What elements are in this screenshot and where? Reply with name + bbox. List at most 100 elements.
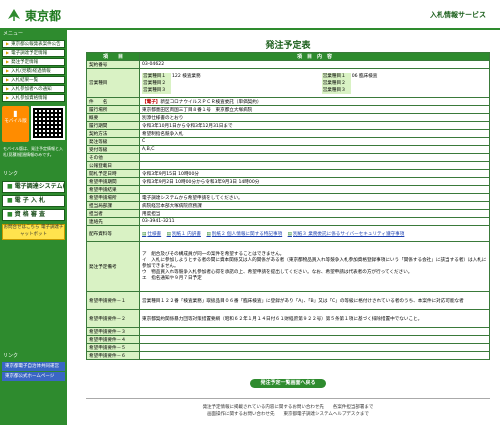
- conditions-value: ア 組合及びその構成員が同一の案件を希望することはできません。 イ 入札に参加し…: [139, 241, 490, 292]
- qr-code-icon: [31, 106, 65, 140]
- requirement6-value: [139, 351, 490, 360]
- footer-line-helpdesk: 画面操作に関するお問い合わせ先 東京都電子調達システムヘルプデスクまで: [207, 412, 369, 417]
- doc-link-breakdown[interactable]: 別紙１ 内訳書: [167, 232, 201, 237]
- mobile-note: モバイル版は、発注予定情報と入札(見積)経過情報のみです。: [3, 146, 63, 157]
- open-date-value: 令和3年9月15日 10時00分: [139, 169, 490, 178]
- service-title: 入札情報サービス: [430, 11, 486, 19]
- category-cell: 営業種目１ 122 検査業務 営業種目１ 06 臨床検査 営業種目２ 営業種目２: [139, 68, 490, 98]
- phone-icon: ▮: [13, 109, 18, 118]
- link-e-government[interactable]: 東京都電子自治体共同運営: [2, 362, 65, 371]
- electronic-tag: 【電子】: [142, 99, 161, 105]
- requirement1-value: 営業種目１２２番「検査業務」取扱品目０６番「臨床検査」に登録があり「A」、「B」…: [139, 291, 490, 310]
- row-label: 発注予定備考: [86, 241, 140, 292]
- subject-value: 新型コロナウイルスＰＣＲ検査委託（単価契約）: [160, 99, 262, 105]
- category-label: 営業種目２: [142, 79, 171, 87]
- category-value: [171, 80, 322, 87]
- row-label: 契約方法: [86, 129, 140, 138]
- main-content: 発注予定表 項 目 項 目 内 容 契約番号 03-04622 営業種目 営業種目…: [86, 30, 490, 388]
- chatbot-banner[interactable]: お問合せはこちら 電子調達チャットボット: [2, 224, 65, 240]
- category-value: [351, 80, 487, 87]
- category-label: 営業種目２: [321, 79, 351, 87]
- tokyo-ginkgo-icon: [8, 9, 20, 21]
- department-value: 病院経営本部大塚病院庶務課: [139, 201, 490, 210]
- sidebar-item-order-plan[interactable]: 発注予定情報: [2, 58, 65, 66]
- row-label: 発注等級: [86, 137, 140, 146]
- row-label: 希望申請結果: [86, 185, 140, 194]
- mobile-badge-label: モバイル版: [4, 119, 27, 124]
- requirement4-value: [139, 335, 490, 344]
- requirement3-value: [139, 327, 490, 336]
- sidebar-item-participant-notice[interactable]: 入札参加者への通知: [2, 85, 65, 93]
- order-detail-table: 項 目 項 目 内 容 契約番号 03-04622 営業種目 営業種目１ 122 …: [86, 52, 490, 360]
- doc-link-spec[interactable]: 仕様書: [142, 232, 161, 237]
- sidebar-item-bid-progress[interactable]: 入札(見積)経過情報: [2, 67, 65, 75]
- category-label: 営業種目３: [321, 86, 351, 94]
- location-value: 東京都墨田区両国三丁目８番１号 東京都立大塚病院: [139, 105, 490, 114]
- sidebar: メニュー 東京都公報発表案件公告 電子調達予定情報 発注予定情報 入札(見積)経…: [0, 30, 67, 425]
- period-value: 令和3年10月1日から令和3年12月31日まで: [139, 121, 490, 130]
- contract-no-value: 03-04622: [139, 60, 490, 69]
- category-value: 06 臨床検査: [351, 74, 378, 79]
- logo-text: 東京都: [25, 8, 62, 23]
- row-label: 件 名: [86, 97, 140, 106]
- row-label: 希望申請期間: [86, 177, 140, 186]
- doc-link-privacy[interactable]: 別紙２ 個人情報に関する特記事項: [206, 232, 282, 237]
- category-label: 営業種目１: [142, 72, 171, 80]
- subject-cell: 【電子】新型コロナウイルスＰＣＲ検査委託（単価契約）: [139, 97, 490, 106]
- row-label: 担当者: [86, 209, 140, 218]
- col-header-item: 項 目: [86, 52, 140, 61]
- apply-deadline-value: 令和3年9月2日 10時00分から令和3年9月3日 14時00分: [139, 177, 490, 186]
- category-label: 営業種目１: [321, 72, 351, 80]
- sidebar-bottom-label: リンク: [3, 353, 19, 359]
- method-value: 希望制指名競争入札: [139, 129, 490, 138]
- link-tokyo-official[interactable]: 東京都公式ホームページ: [2, 372, 65, 381]
- sidebar-link-e-bidding[interactable]: 電 子 入 札: [2, 195, 65, 207]
- sidebar-link-e-procurement[interactable]: 電子調達システム(TOP): [2, 181, 65, 193]
- col-header-content: 項 目 内 容: [139, 52, 490, 61]
- documents-cell: 仕様書 別紙１ 内訳書 別紙２ 個人情報に関する特記事項 別紙３ 業務委託に係る…: [139, 225, 490, 242]
- category-label: 営業種目３: [142, 86, 171, 94]
- category-value: [351, 87, 487, 94]
- sidebar-links-label: リンク: [3, 171, 19, 177]
- requirement5-value: [139, 343, 490, 352]
- sidebar-link-qualification-review[interactable]: 資 格 審 査: [2, 209, 65, 221]
- sidebar-item-procurement-plan[interactable]: 電子調達予定情報: [2, 49, 65, 57]
- row-label: 希望申請要件－３: [86, 327, 140, 336]
- accept-rank-value: A,B,C: [139, 145, 490, 154]
- apply-method-value: 電子調達システムから希望申請をしてください。: [139, 193, 490, 202]
- row-label: 配布資料等: [86, 225, 140, 242]
- mobile-section: ▮ モバイル版: [2, 106, 65, 142]
- sidebar-item-bid-results[interactable]: 入札結果一覧: [2, 76, 65, 84]
- row-label: 希望申請要件－６: [86, 351, 140, 360]
- sidebar-item-public-notice[interactable]: 東京都公報発表案件公告: [2, 40, 65, 48]
- mobile-badge[interactable]: ▮ モバイル版: [2, 106, 29, 142]
- row-label: その他: [86, 153, 140, 162]
- publish-date-value: [139, 161, 490, 170]
- category-value: [171, 87, 322, 94]
- bottom-links: リンク 東京都電子自治体共同運営 東京都公式ホームページ: [0, 352, 67, 382]
- category-grid: 営業種目１ 122 検査業務 営業種目１ 06 臨床検査 営業種目２ 営業種目２: [142, 72, 487, 94]
- apply-result-value: [139, 185, 490, 194]
- row-label: 契約番号: [86, 60, 140, 69]
- row-label: 希望申請要件－５: [86, 343, 140, 352]
- page: 東京都 入札情報サービス メニュー 東京都公報発表案件公告 電子調達予定情報 発…: [0, 0, 500, 425]
- contact-value: 03-3941-3211: [139, 217, 490, 226]
- row-label: 履行期間: [86, 121, 140, 130]
- back-to-list-button[interactable]: 発注予定一覧画面へ戻る: [250, 379, 326, 388]
- row-label: 開札予定日時: [86, 169, 140, 178]
- person-value: 用度担当: [139, 209, 490, 218]
- tokyo-logo[interactable]: 東京都: [6, 4, 61, 26]
- row-label: 公報登載日: [86, 161, 140, 170]
- header: 東京都 入札情報サービス: [0, 0, 500, 30]
- row-label: 概要: [86, 113, 140, 122]
- row-label: 希望申請場所: [86, 193, 140, 202]
- sidebar-menu-label: メニュー: [3, 31, 24, 37]
- sidebar-item-qualification[interactable]: 入札参加資格情報: [2, 94, 65, 102]
- requirement2-value: 東京都契約関係暴力団等対策措置要綱（昭和６２年１月１４日付６１財経庶第９２２号）…: [139, 309, 490, 328]
- row-label: 希望申請要件－４: [86, 335, 140, 344]
- doc-link-cybersecurity[interactable]: 別紙３ 業務委託に係るサイバーセキュリティ遵守事項: [288, 232, 405, 237]
- row-label: 履行場所: [86, 105, 140, 114]
- row-label: 営業種目: [86, 68, 140, 98]
- row-label: 希望申請要件－２: [86, 309, 140, 328]
- overview-value: 別添仕様書のとおり: [139, 113, 490, 122]
